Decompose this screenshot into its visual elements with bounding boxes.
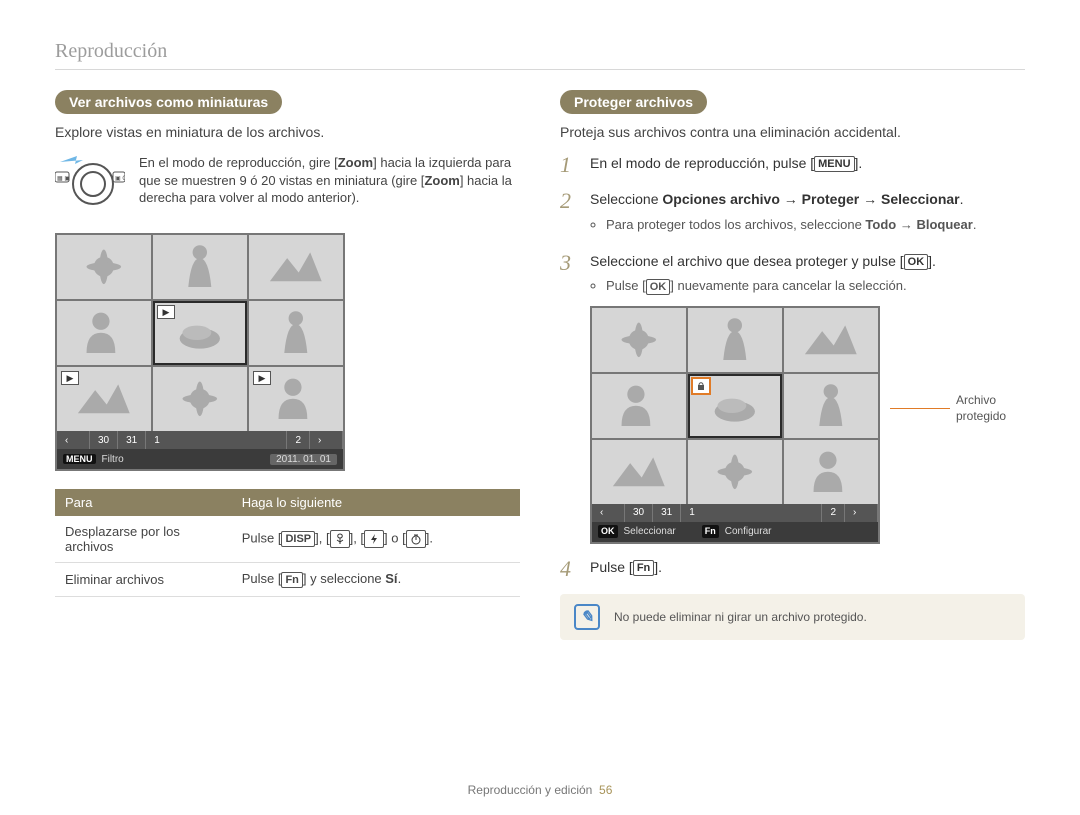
scrub-val: 30 xyxy=(625,504,653,522)
scrub-val: 1 xyxy=(146,431,287,449)
thumb xyxy=(688,308,782,372)
lock-badge-icon xyxy=(692,378,710,394)
fn-key-icon: Fn xyxy=(702,525,719,538)
thumb-selected xyxy=(688,374,782,438)
page-number: 56 xyxy=(599,783,612,797)
thumb xyxy=(784,440,878,504)
svg-text:▦ ▣: ▦ ▣ xyxy=(57,176,70,182)
th-para: Para xyxy=(55,489,232,516)
heading-thumbnails: Ver archivos como miniaturas xyxy=(55,90,282,114)
thumb xyxy=(784,308,878,372)
fn-key-icon: Fn xyxy=(281,572,302,588)
select-label: Seleccionar xyxy=(624,525,676,539)
play-badge-icon: ▶ xyxy=(253,371,271,385)
macro-key-icon xyxy=(330,530,350,548)
callout-line-icon xyxy=(890,408,950,409)
page-footer: Reproducción y edición 56 xyxy=(0,783,1080,797)
scrub-val: 2 xyxy=(822,504,845,522)
thumb: ▶ xyxy=(57,367,151,431)
timer-key-icon xyxy=(406,530,426,548)
step-2-sub: Para proteger todos los archivos, selecc… xyxy=(606,216,976,234)
step-3-sub: Pulse [OK] nuevamente para cancelar la s… xyxy=(606,277,936,295)
thumb xyxy=(592,308,686,372)
heading-protect: Proteger archivos xyxy=(560,90,707,114)
scrub-val: 2 xyxy=(287,431,310,449)
thumb xyxy=(153,235,247,299)
step-1: 1 En el modo de reproducción, pulse [MEN… xyxy=(560,154,1025,176)
thumb xyxy=(57,301,151,365)
scrub-left-icon[interactable]: ‹ xyxy=(57,431,90,449)
scrub-val: 30 xyxy=(90,431,118,449)
step-number: 2 xyxy=(560,190,578,238)
scrub-val: 31 xyxy=(653,504,681,522)
scrub-right-icon[interactable]: › xyxy=(310,431,343,449)
protect-screen: ‹ 30 31 1 2 › OK Seleccionar xyxy=(590,306,880,544)
scrub-val: 1 xyxy=(681,504,822,522)
col-protect: Proteger archivos Proteja sus archivos c… xyxy=(560,90,1025,640)
callout-label: Archivo protegido xyxy=(956,392,1026,426)
thumb: ▶ xyxy=(249,367,343,431)
thumb xyxy=(249,301,343,365)
status-bar: MENU Filtro 2011. 01. 01 xyxy=(57,449,343,469)
menu-key-icon: MENU xyxy=(814,156,854,172)
note-box: ✎ No puede eliminar ni girar un archivo … xyxy=(560,594,1025,640)
row-delete-label: Eliminar archivos xyxy=(55,563,232,597)
thumb xyxy=(592,374,686,438)
thumb xyxy=(57,235,151,299)
zoom-dial-icon: ▦ ▣ ▣ Q xyxy=(55,154,125,219)
scrub-left-icon[interactable]: ‹ xyxy=(592,504,625,522)
play-badge-icon: ▶ xyxy=(157,305,175,319)
scrub-val: 31 xyxy=(118,431,146,449)
row-delete-action: Pulse [Fn] y seleccione Sí. xyxy=(232,563,520,597)
scrub-bar: ‹ 30 31 1 2 › xyxy=(57,431,343,449)
status-bar: OK Seleccionar Fn Configurar xyxy=(592,522,878,542)
thumb xyxy=(688,440,782,504)
ok-key-icon: OK xyxy=(904,254,929,270)
row-scroll-label: Desplazarse por los archivos xyxy=(55,516,232,563)
lead-protect: Proteja sus archivos contra una eliminac… xyxy=(560,124,1025,140)
thumb xyxy=(153,367,247,431)
thumbnail-screen: ▶ ▶ ▶ ‹ 30 3 xyxy=(55,233,345,471)
flash-key-icon xyxy=(364,530,384,548)
thumb xyxy=(592,440,686,504)
ok-key-icon: OK xyxy=(646,279,671,295)
step-3: 3 Seleccione el archivo que desea proteg… xyxy=(560,252,1025,544)
divider xyxy=(55,69,1025,70)
scrub-right-icon[interactable]: › xyxy=(845,504,878,522)
filter-label: Filtro xyxy=(102,454,124,465)
ok-key-icon: OK xyxy=(598,525,618,538)
scrub-bar: ‹ 30 31 1 2 › xyxy=(592,504,878,522)
menu-key-icon: MENU xyxy=(63,454,96,464)
play-badge-icon: ▶ xyxy=(61,371,79,385)
step-4: 4 Pulse [Fn]. xyxy=(560,558,1025,580)
date-label: 2011. 01. 01 xyxy=(270,454,337,465)
row-scroll-action: Pulse [DISP], [], [] o []. xyxy=(232,516,520,563)
th-haga: Haga lo siguiente xyxy=(232,489,520,516)
configure-label: Configurar xyxy=(725,525,772,539)
section-title: Reproducción xyxy=(55,40,1025,63)
col-thumbnails: Ver archivos como miniaturas Explore vis… xyxy=(55,90,520,640)
lead-thumbnails: Explore vistas en miniatura de los archi… xyxy=(55,124,520,140)
callout: Archivo protegido xyxy=(890,392,1026,426)
note-icon: ✎ xyxy=(574,604,600,630)
action-table: Para Haga lo siguiente Desplazarse por l… xyxy=(55,489,520,597)
step-number: 4 xyxy=(560,558,578,580)
step-number: 3 xyxy=(560,252,578,544)
thumb xyxy=(784,374,878,438)
step-number: 1 xyxy=(560,154,578,176)
step-2: 2 Seleccione Opciones archivo → Proteger… xyxy=(560,190,1025,238)
svg-text:▣ Q: ▣ Q xyxy=(115,176,125,182)
thumb xyxy=(249,235,343,299)
note-text: No puede eliminar ni girar un archivo pr… xyxy=(614,610,867,624)
zoom-tip-text: En el modo de reproducción, gire [Zoom] … xyxy=(139,154,520,207)
thumb-selected: ▶ xyxy=(153,301,247,365)
disp-key-icon: DISP xyxy=(281,531,315,547)
fn-key-icon: Fn xyxy=(633,560,654,576)
